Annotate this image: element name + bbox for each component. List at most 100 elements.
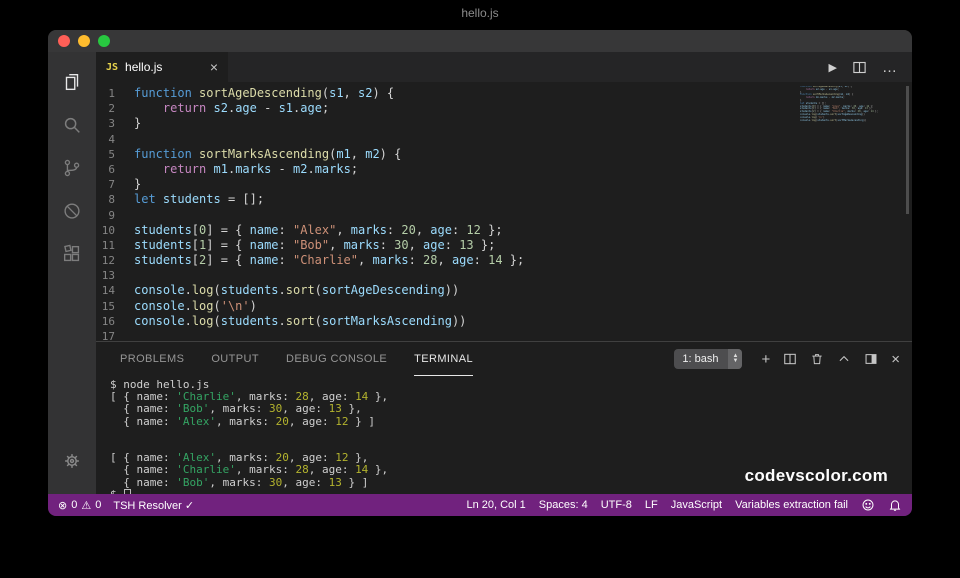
code-line[interactable]: 8let students = []; — [96, 192, 912, 207]
kill-terminal-trash-icon[interactable] — [810, 352, 824, 366]
code-text: return m1.marks - m2.marks; — [134, 162, 358, 177]
split-terminal-button[interactable] — [783, 352, 797, 366]
line-number: 6 — [96, 162, 134, 177]
code-line[interactable]: 12students[2] = { name: "Charlie", marks… — [96, 253, 912, 268]
line-number: 13 — [96, 268, 134, 283]
code-line[interactable]: 1function sortAgeDescending(s1, s2) { — [96, 86, 912, 101]
panel-tab-terminal[interactable]: TERMINAL — [414, 342, 473, 376]
code-line[interactable]: 4 — [96, 132, 912, 147]
watermark: codevscolor.com — [745, 466, 888, 486]
close-window-button[interactable] — [58, 35, 70, 47]
cursor-position[interactable]: Ln 20, Col 1 — [466, 499, 525, 511]
explorer-icon[interactable] — [48, 60, 96, 103]
code-line[interactable]: 5function sortMarksAscending(m1, m2) { — [96, 147, 912, 162]
code-text: students[2] = { name: "Charlie", marks: … — [134, 253, 524, 268]
feedback-smiley-icon[interactable] — [861, 498, 875, 512]
code-text: function sortMarksAscending(m1, m2) { — [134, 147, 401, 162]
warning-count: 0 — [95, 499, 101, 511]
notifications-bell-icon[interactable] — [888, 498, 902, 512]
editor[interactable]: 1function sortAgeDescending(s1, s2) {2 r… — [96, 82, 912, 341]
code-line[interactable]: 17 — [96, 329, 912, 341]
code-line[interactable]: 10students[0] = { name: "Alex", marks: 2… — [96, 223, 912, 238]
panel: PROBLEMS OUTPUT DEBUG CONSOLE TERMINAL 1: b… — [96, 341, 912, 494]
language-mode[interactable]: JavaScript — [671, 499, 722, 511]
code-text: let students = []; — [134, 192, 264, 207]
code-line[interactable]: 16console.log(students.sort(sortMarksAsc… — [96, 314, 912, 329]
error-icon: ⊗ — [58, 499, 67, 512]
panel-header: PROBLEMS OUTPUT DEBUG CONSOLE TERMINAL 1: b… — [96, 342, 912, 376]
scrollbar[interactable] — [906, 86, 909, 214]
line-number: 3 — [96, 116, 134, 131]
panel-tab-debug-console[interactable]: DEBUG CONSOLE — [286, 342, 387, 376]
line-number: 7 — [96, 177, 134, 192]
line-number: 17 — [96, 329, 134, 341]
panel-tab-output[interactable]: OUTPUT — [211, 342, 259, 376]
shell-select-value: 1: bash — [682, 353, 728, 365]
encoding-setting[interactable]: UTF-8 — [601, 499, 632, 511]
code-text: } — [134, 116, 141, 131]
split-editor-button[interactable] — [852, 60, 867, 75]
line-number: 14 — [96, 283, 134, 298]
settings-gear-icon[interactable] — [48, 439, 96, 482]
line-number: 1 — [96, 86, 134, 101]
zoom-window-button[interactable] — [98, 35, 110, 47]
source-control-icon[interactable] — [48, 146, 96, 189]
problems-indicator[interactable]: ⊗ 0 ⚠ 0 — [58, 499, 101, 512]
status-left: ⊗ 0 ⚠ 0 TSH Resolver ✓ — [58, 499, 194, 512]
code-line[interactable]: 6 return m1.marks - m2.marks; — [96, 162, 912, 177]
terminal-line: $ — [110, 489, 912, 494]
activity-bar — [48, 52, 96, 494]
debug-icon[interactable] — [48, 189, 96, 232]
code-line[interactable]: 3} — [96, 116, 912, 131]
code-text: function sortAgeDescending(s1, s2) { — [134, 86, 394, 101]
code-line[interactable]: 13 — [96, 268, 912, 283]
terminal-shell-select[interactable]: 1: bash ▲▼ — [674, 349, 742, 369]
code-line[interactable]: 9 — [96, 208, 912, 223]
code-text: console.log(students.sort(sortMarksAscen… — [134, 314, 466, 329]
terminal-cursor — [124, 489, 131, 494]
extension-notice[interactable]: Variables extraction fail — [735, 499, 848, 511]
new-terminal-button[interactable]: + — [761, 352, 770, 367]
editor-actions: ▶ … — [829, 52, 912, 82]
code-text: return s2.age - s1.age; — [134, 101, 329, 116]
code-text: students[0] = { name: "Alex", marks: 20,… — [134, 223, 503, 238]
status-right: Ln 20, Col 1 Spaces: 4 UTF-8 LF JavaScri… — [466, 498, 902, 512]
window-title: hello.js — [0, 6, 960, 20]
minimap[interactable]: function sortAgeDescending(s1, s2) { ret… — [800, 86, 900, 122]
line-number: 2 — [96, 101, 134, 116]
status-bar: ⊗ 0 ⚠ 0 TSH Resolver ✓ Ln 20, Col 1 Spac… — [48, 494, 912, 516]
code-line[interactable]: 11students[1] = { name: "Bob", marks: 30… — [96, 238, 912, 253]
tab-hello-js[interactable]: JS hello.js × — [96, 52, 228, 82]
code-lines: 1function sortAgeDescending(s1, s2) {2 r… — [96, 86, 912, 341]
more-actions-button[interactable]: … — [882, 59, 898, 76]
minimize-window-button[interactable] — [78, 35, 90, 47]
panel-tab-problems[interactable]: PROBLEMS — [120, 342, 184, 376]
code-line[interactable]: 2 return s2.age - s1.age; — [96, 101, 912, 116]
editor-column: JS hello.js × ▶ … 1function sortAgeDesce… — [96, 52, 912, 494]
code-text: } — [134, 177, 141, 192]
maximize-panel-chevron-icon[interactable] — [837, 352, 851, 366]
toggle-panel-position-icon[interactable] — [864, 352, 878, 366]
eol-setting[interactable]: LF — [645, 499, 658, 511]
tab-close-icon[interactable]: × — [210, 60, 218, 74]
titlebar[interactable] — [48, 30, 912, 52]
line-number: 15 — [96, 299, 134, 314]
extensions-icon[interactable] — [48, 232, 96, 275]
select-stepper-icon: ▲▼ — [728, 349, 742, 369]
panel-actions: 1: bash ▲▼ + — [674, 349, 900, 369]
line-number: 8 — [96, 192, 134, 207]
error-count: 0 — [71, 499, 77, 511]
code-line[interactable]: 7} — [96, 177, 912, 192]
tab-label: hello.js — [125, 60, 162, 74]
terminal-line: { name: 'Alex', marks: 20, age: 12 } ] — [110, 416, 912, 428]
line-number: 16 — [96, 314, 134, 329]
indentation-setting[interactable]: Spaces: 4 — [539, 499, 588, 511]
main-area: JS hello.js × ▶ … 1function sortAgeDesce… — [48, 52, 912, 494]
code-line[interactable]: 14console.log(students.sort(sortAgeDesce… — [96, 283, 912, 298]
code-text: students[1] = { name: "Bob", marks: 30, … — [134, 238, 495, 253]
code-line[interactable]: 15console.log('\n') — [96, 299, 912, 314]
run-button[interactable]: ▶ — [829, 61, 837, 74]
tsh-resolver-status[interactable]: TSH Resolver ✓ — [113, 499, 194, 512]
search-icon[interactable] — [48, 103, 96, 146]
close-panel-button[interactable]: × — [891, 352, 900, 367]
